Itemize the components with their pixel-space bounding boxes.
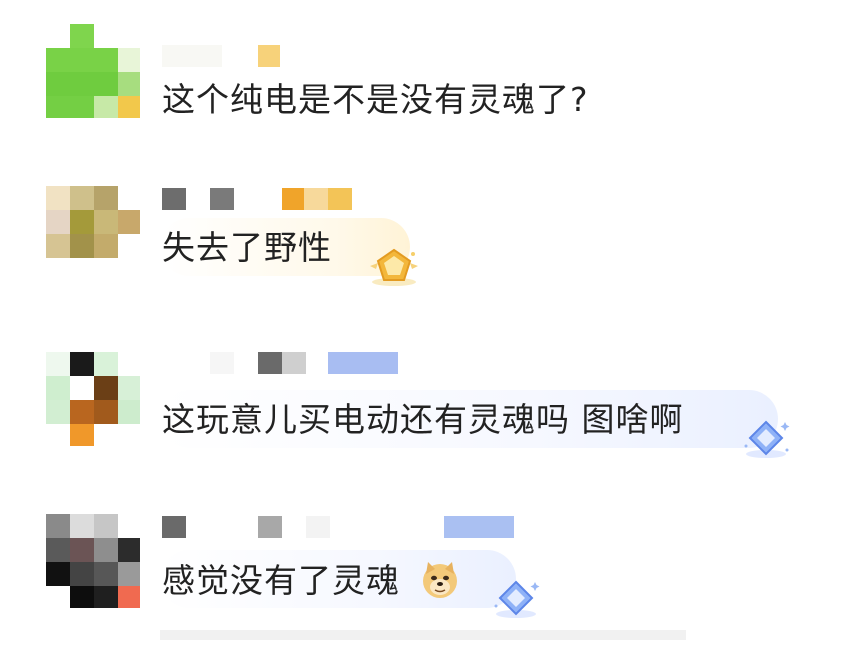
bottom-divider bbox=[160, 630, 686, 640]
comment-item[interactable]: 感觉没有了灵魂 bbox=[0, 490, 852, 653]
comment-text: 这个纯电是不是没有灵魂了? bbox=[162, 80, 589, 119]
blue-diamond-badge-icon bbox=[740, 416, 792, 462]
comment-text: 感觉没有了灵魂 bbox=[162, 559, 400, 603]
username-blurred[interactable] bbox=[162, 516, 522, 538]
avatar[interactable] bbox=[46, 24, 140, 118]
gold-pentagon-badge-icon bbox=[368, 246, 420, 290]
blue-diamond-badge-icon bbox=[490, 576, 542, 622]
comment-item[interactable]: 失去了野性 bbox=[0, 150, 852, 320]
username-blurred[interactable] bbox=[162, 45, 292, 67]
avatar[interactable] bbox=[46, 352, 140, 446]
username-blurred[interactable] bbox=[162, 352, 402, 374]
comment-text: 这玩意儿买电动还有灵魂吗 图啥啊 bbox=[162, 400, 684, 439]
comment-item[interactable]: 这玩意儿买电动还有灵魂吗 图啥啊 bbox=[0, 320, 852, 490]
comment-text: 失去了野性 bbox=[162, 228, 332, 267]
avatar[interactable] bbox=[46, 186, 140, 280]
avatar[interactable] bbox=[46, 514, 140, 608]
doge-emoji-icon bbox=[420, 560, 460, 600]
comment-text-content: 感觉没有了灵魂 bbox=[162, 561, 400, 600]
comment-item[interactable]: 这个纯电是不是没有灵魂了? bbox=[0, 0, 852, 150]
username-blurred[interactable] bbox=[162, 188, 362, 210]
